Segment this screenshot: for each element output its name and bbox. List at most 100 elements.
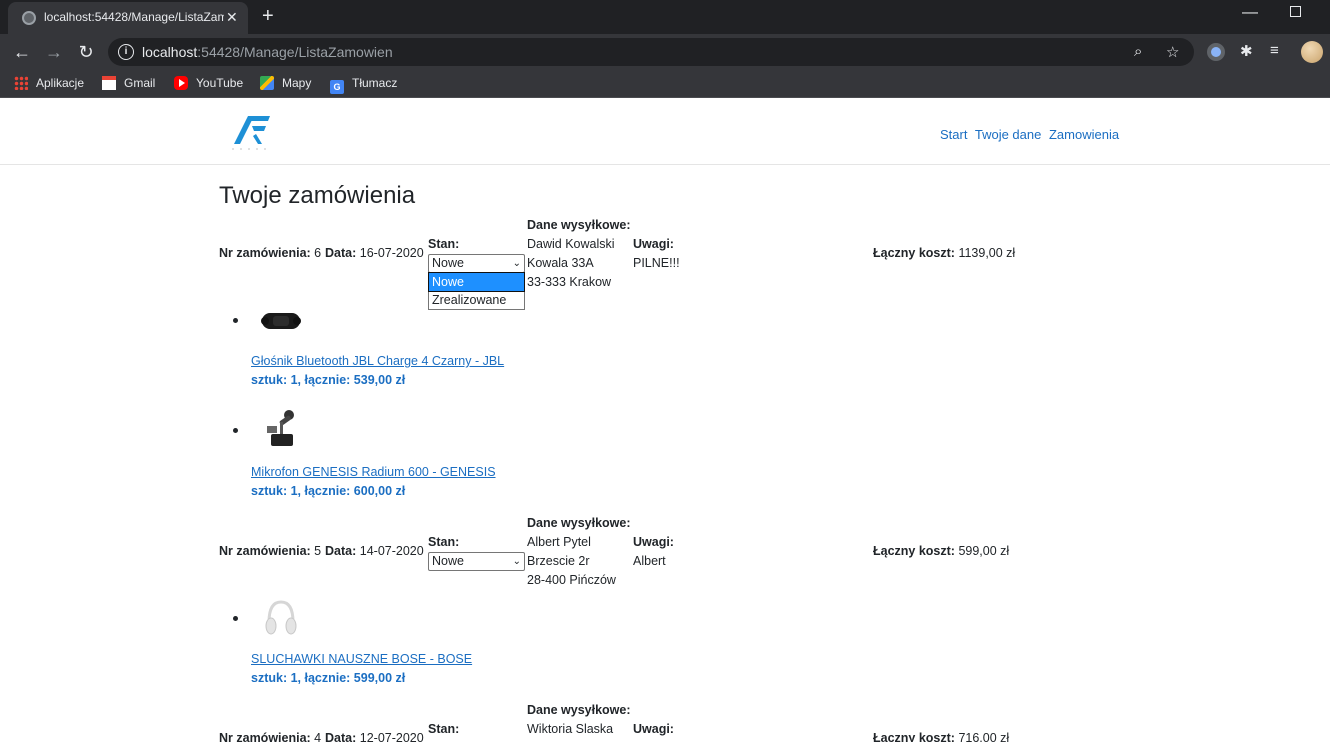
minimize-icon[interactable]: —	[1242, 4, 1258, 22]
restore-window-icon[interactable]	[1290, 6, 1301, 17]
zoom-icon[interactable]: ⌕	[1134, 43, 1142, 60]
date-value: 14-07-2020	[359, 544, 424, 558]
product-link[interactable]: Głośnik Bluetooth JBL Charge 4 Czarny - …	[251, 354, 504, 368]
browser-toolbar: ← → ↻ i localhost:54428/Manage/ListaZamo…	[0, 34, 1330, 70]
product-link[interactable]: SLUCHAWKI NAUSZNE BOSE - BOSE	[251, 652, 472, 666]
order-number-label: Nr zamówienia:	[219, 544, 311, 558]
bookmark-maps[interactable]: Mapy	[260, 76, 311, 90]
list-bullet	[233, 616, 238, 621]
site-header: Start Twoje dane Zamowienia	[0, 98, 1330, 165]
gmail-icon	[102, 76, 116, 90]
microphone-image[interactable]	[259, 408, 303, 448]
extension-icon[interactable]	[1207, 43, 1225, 61]
url-text: localhost:54428/Manage/ListaZamowien	[142, 44, 393, 60]
list-bullet	[233, 428, 238, 433]
stan-label: Stan:	[428, 237, 460, 251]
shipping-label: Dane wysyłkowe:	[527, 516, 631, 530]
total-value: 599,00 zł	[958, 544, 1010, 558]
nav-link-zamowienia[interactable]: Zamowienia	[1049, 127, 1119, 142]
notes-value: PILNE!!!	[633, 256, 680, 270]
order-date: Data: 12-07-2020	[325, 731, 424, 742]
order-number-value: 4	[314, 731, 322, 742]
star-icon[interactable]: ☆	[1166, 43, 1179, 61]
shipping-name: Dawid Kowalski	[527, 237, 615, 251]
order-date: Data: 16-07-2020	[325, 246, 424, 260]
maps-icon	[260, 76, 274, 90]
notes-value: Albert	[633, 554, 666, 568]
browser-tab-bar: localhost:54428/Manage/ListaZamowien ✕ +…	[0, 0, 1330, 34]
order-number-value: 5	[314, 544, 322, 558]
site-logo[interactable]	[230, 112, 274, 152]
nav-link-start[interactable]: Start	[940, 127, 967, 142]
bookmark-apps[interactable]: Aplikacje	[14, 76, 84, 90]
status-option-nowe[interactable]: Nowe	[428, 272, 525, 292]
shipping-name: Albert Pytel	[527, 535, 591, 549]
status-select[interactable]: Nowe ⌄	[428, 254, 525, 273]
order-total: Łączny koszt: 716,00 zł	[873, 731, 1009, 742]
list-item: Głośnik Bluetooth JBL Charge 4 Czarny - …	[233, 300, 733, 395]
media-control-icon[interactable]: ≡	[1270, 42, 1288, 60]
shipping-city: 28-400 Pińczów	[527, 573, 616, 587]
shipping-name: Wiktoria Slaska	[527, 722, 614, 736]
bookmark-youtube[interactable]: YouTube	[174, 76, 243, 90]
chevron-down-icon: ⌄	[512, 258, 521, 269]
forward-arrow-icon[interactable]: →	[42, 40, 66, 64]
tab-title: localhost:54428/Manage/ListaZamowien	[44, 10, 224, 24]
bookmark-label: Aplikacje	[36, 76, 85, 90]
product-quantity: sztuk: 1, łącznie: 600,00 zł	[251, 484, 406, 498]
page-title: Twoje zamówienia	[219, 182, 416, 209]
translate-icon: G	[330, 80, 344, 94]
date-value: 16-07-2020	[359, 246, 424, 260]
order-total: Łączny koszt: 1139,00 zł	[873, 246, 1015, 260]
apps-grid-icon	[14, 76, 28, 90]
notes-label: Uwagi:	[633, 535, 674, 549]
speaker-image[interactable]	[259, 300, 303, 340]
close-tab-icon[interactable]: ✕	[226, 9, 238, 26]
browser-tab[interactable]: localhost:54428/Manage/ListaZamowien ✕	[8, 2, 248, 34]
product-quantity: sztuk: 1, łącznie: 539,00 zł	[251, 373, 406, 387]
bookmark-label: Gmail	[124, 76, 156, 90]
bookmark-translate[interactable]: G Tłumacz	[330, 76, 397, 94]
date-label: Data:	[325, 544, 357, 558]
url-host: localhost	[142, 44, 198, 60]
notes-label: Uwagi:	[633, 722, 674, 736]
total-label: Łączny koszt:	[873, 731, 955, 742]
headphones-image[interactable]	[259, 598, 303, 638]
order-date: Data: 14-07-2020	[325, 544, 424, 558]
order-number: Nr zamówienia: 6	[219, 246, 321, 260]
chevron-down-icon: ⌄	[512, 556, 521, 567]
status-option-zrealizowane[interactable]: Zrealizowane	[429, 291, 524, 309]
nav-link-twoje-dane[interactable]: Twoje dane	[975, 127, 1042, 142]
notes-label: Uwagi:	[633, 237, 674, 251]
order-number: Nr zamówienia: 4	[219, 731, 321, 742]
date-label: Data:	[325, 246, 357, 260]
main-nav: Start Twoje dane Zamowienia	[940, 127, 1123, 142]
total-value: 716,00 zł	[958, 731, 1010, 742]
shipping-label: Dane wysyłkowe:	[527, 218, 631, 232]
product-quantity: sztuk: 1, łącznie: 599,00 zł	[251, 671, 406, 685]
shipping-street: Kowala 33A	[527, 256, 594, 270]
date-value: 12-07-2020	[359, 731, 424, 742]
address-bar[interactable]: i localhost:54428/Manage/ListaZamowien ⌕…	[108, 38, 1194, 66]
bookmark-label: Tłumacz	[352, 76, 398, 90]
status-select[interactable]: Nowe ⌄	[428, 552, 525, 571]
reload-icon[interactable]: ↻	[74, 40, 98, 64]
youtube-icon	[174, 76, 188, 90]
date-label: Data:	[325, 731, 357, 742]
stan-label: Stan:	[428, 535, 460, 549]
total-label: Łączny koszt:	[873, 544, 955, 558]
shipping-label: Dane wysyłkowe:	[527, 703, 631, 717]
status-dropdown-list: Nowe Zrealizowane	[428, 272, 525, 310]
profile-avatar[interactable]	[1301, 41, 1323, 63]
new-tab-icon[interactable]: +	[262, 4, 274, 28]
product-link[interactable]: Mikrofon GENESIS Radium 600 - GENESIS	[251, 465, 496, 479]
list-bullet	[233, 318, 238, 323]
bookmark-gmail[interactable]: Gmail	[102, 76, 155, 90]
back-arrow-icon[interactable]: ←	[10, 40, 34, 64]
bookmarks-bar: Aplikacje Gmail YouTube Mapy G Tłumacz	[0, 70, 1330, 98]
bookmark-label: YouTube	[196, 76, 244, 90]
status-select-value: Nowe	[432, 554, 464, 568]
info-icon[interactable]: i	[118, 44, 134, 60]
puzzle-icon[interactable]: ✱	[1240, 42, 1258, 60]
total-label: Łączny koszt:	[873, 246, 955, 260]
